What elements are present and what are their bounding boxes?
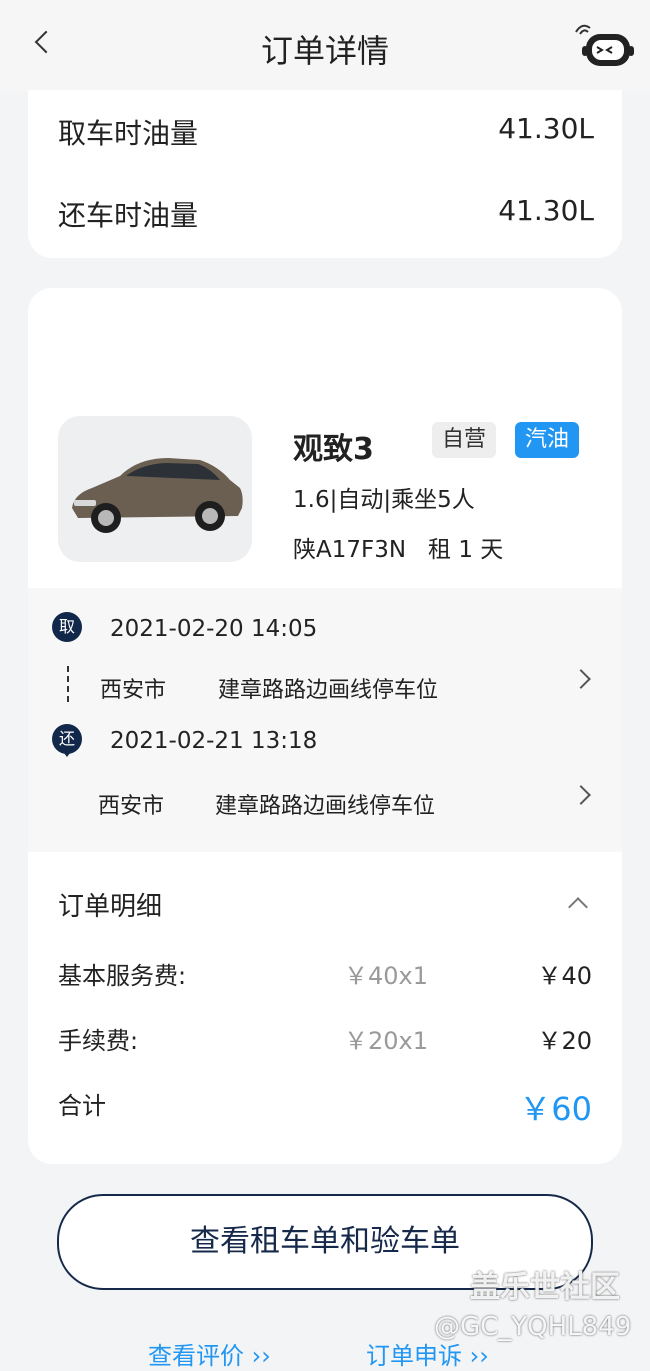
page-title: 订单详情 <box>260 32 389 70</box>
return-fuel-value: 41.30L <box>498 194 594 227</box>
chevron-right-icon[interactable] <box>571 669 591 689</box>
pickup-city: 西安市 <box>100 678 167 703</box>
return-fuel-row: 还车时油量 41.30L <box>58 194 594 234</box>
fuel-type-badge: 汽油 <box>515 422 580 458</box>
watermark-user: @GC_YQHL849 <box>434 1312 632 1342</box>
fuel-card: 取车时油量 41.30L 还车时油量 41.30L <box>28 90 622 258</box>
total-amount: ￥60 <box>519 1090 592 1128</box>
car-plate-line: 陕A17F3N 租 1 天 <box>293 530 503 564</box>
pickup-time: 2021-02-20 14:05 <box>110 616 318 642</box>
watermark-community: 盖乐世社区 <box>470 1270 620 1305</box>
pickup-fuel-label: 取车时油量 <box>58 117 199 150</box>
car-spec: 1.6|自动|乘坐5人 <box>293 487 475 513</box>
return-city: 西安市 <box>98 794 165 819</box>
fee-label: 基本服务费: <box>58 962 187 990</box>
fee-unit-price: ￥40x1 <box>344 962 429 990</box>
fee-unit-price: ￥20x1 <box>344 1027 429 1055</box>
car-name: 观致3 <box>293 432 374 467</box>
return-fuel-label: 还车时油量 <box>58 199 199 232</box>
license-plate: 陕A17F3N <box>293 537 407 563</box>
order-card: 观致3 自营 汽油 1.6|自动|乘坐5人 陕A17F3N 租 1 天 取 20… <box>28 288 622 1164</box>
pickup-fuel-row: 取车时油量 41.30L <box>58 112 594 152</box>
pickup-address: 建章路路边画线停车位 <box>218 678 439 703</box>
fee-label: 手续费: <box>58 1027 139 1055</box>
fee-amount: ￥40 <box>537 962 592 990</box>
chevron-up-icon[interactable] <box>568 897 588 917</box>
total-label: 合计 <box>58 1092 106 1120</box>
chevron-right-icon[interactable] <box>571 785 591 805</box>
pickup-pin-icon: 取 <box>52 612 82 642</box>
car-image <box>58 416 252 562</box>
fee-amount: ￥20 <box>537 1027 592 1055</box>
return-pin-icon: 还 <box>52 724 82 757</box>
pickup-fuel-value: 41.30L <box>498 112 594 145</box>
route-divider <box>67 666 69 702</box>
self-operated-badge: 自营 <box>432 422 497 458</box>
customer-service-robot-icon[interactable] <box>572 20 636 72</box>
return-time: 2021-02-21 13:18 <box>110 728 318 754</box>
view-review-link[interactable]: 查看评价 ›› <box>148 1336 271 1371</box>
top-bar: 订单详情 <box>0 0 650 92</box>
order-detail-title: 订单明细 <box>58 892 163 922</box>
return-address: 建章路路边画线停车位 <box>215 794 436 819</box>
rent-duration: 租 1 天 <box>428 537 504 563</box>
route-section: 取 2021-02-20 14:05 西安市 建章路路边画线停车位 还 2021… <box>28 588 622 852</box>
